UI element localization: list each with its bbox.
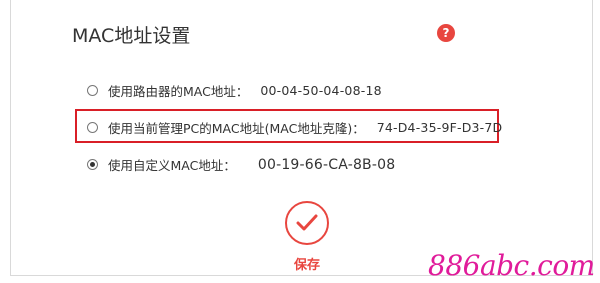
radio-router-mac[interactable]: [87, 85, 98, 96]
option-router-mac[interactable]: 使用路由器的MAC地址： 00-04-50-04-08-18: [87, 81, 382, 100]
option-clone-mac[interactable]: 使用当前管理PC的MAC地址(MAC地址克隆)： 74-D4-35-9F-D3-…: [87, 118, 502, 137]
option-label: 使用路由器的MAC地址：: [108, 84, 249, 99]
radio-clone-mac[interactable]: [87, 122, 98, 133]
watermark-logo: 886abc.com: [428, 249, 595, 282]
save-button[interactable]: [285, 201, 329, 245]
option-label: 使用自定义MAC地址：: [108, 158, 236, 173]
page-title: MAC地址设置: [72, 25, 191, 47]
option-value: 74-D4-35-9F-D3-7D: [376, 120, 503, 135]
help-icon[interactable]: ?: [437, 24, 455, 42]
custom-mac-input[interactable]: 00-19-66-CA-8B-08: [258, 157, 395, 173]
check-icon: [296, 214, 318, 231]
option-custom-mac[interactable]: 使用自定义MAC地址： 00-19-66-CA-8B-08: [87, 155, 395, 174]
radio-custom-mac[interactable]: [87, 159, 98, 170]
option-value: 00-04-50-04-08-18: [260, 83, 382, 98]
option-label: 使用当前管理PC的MAC地址(MAC地址克隆)：: [108, 121, 365, 136]
save-label[interactable]: 保存: [294, 254, 320, 273]
